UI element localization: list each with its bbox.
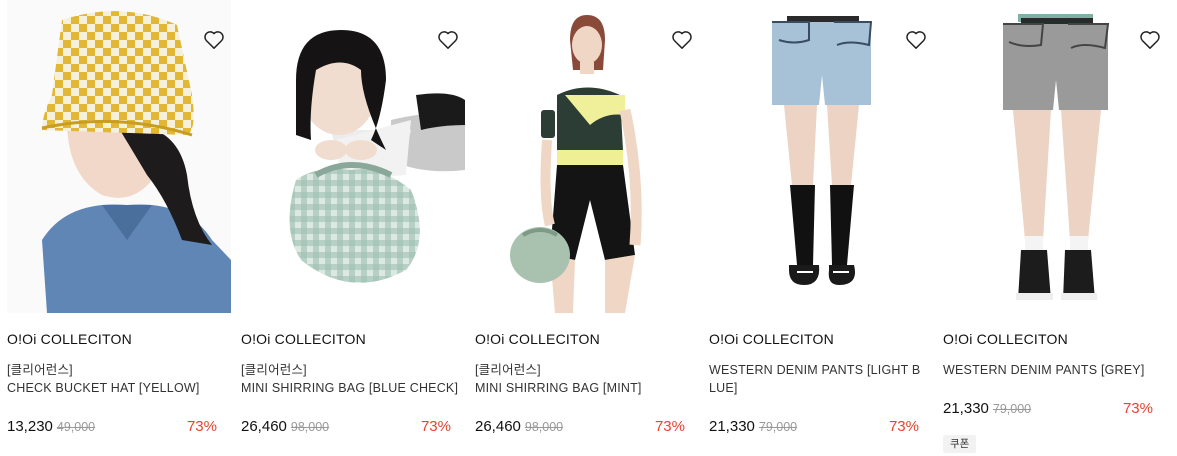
price-row: 21,330 79,000 73% bbox=[709, 418, 919, 438]
discount-rate: 73% bbox=[420, 418, 451, 435]
product-category: [클리어런스] bbox=[475, 363, 541, 377]
brand-name[interactable]: O!Oi COLLECITON bbox=[943, 331, 1068, 347]
product-title: CHECK BUCKET HAT [YELLOW] bbox=[7, 381, 200, 395]
original-price: 98,000 bbox=[290, 420, 330, 434]
price-row: 26,460 98,000 73% bbox=[475, 418, 685, 438]
wishlist-heart-icon[interactable] bbox=[203, 30, 227, 52]
product-title: MINI SHIRRING BAG [MINT] bbox=[475, 381, 642, 395]
product-card[interactable]: O!Oi COLLECITON [클리어런스] MINI SHIRRING BA… bbox=[475, 0, 701, 456]
product-image[interactable] bbox=[943, 0, 1167, 313]
product-title-line-2: LUE] bbox=[709, 381, 738, 395]
price-row: 26,460 98,000 73% bbox=[241, 418, 451, 438]
wishlist-heart-icon[interactable] bbox=[671, 30, 695, 52]
product-category: [클리어런스] bbox=[241, 363, 307, 377]
product-image[interactable] bbox=[475, 0, 699, 313]
price-row: 21,330 79,000 73% bbox=[943, 400, 1153, 420]
product-title: MINI SHIRRING BAG [BLUE CHECK] bbox=[241, 381, 459, 395]
product-name[interactable]: [클리어런스] MINI SHIRRING BAG [BLUE CHECK] bbox=[241, 361, 459, 397]
price-row: 13,230 49,000 73% bbox=[7, 418, 217, 438]
brand-name[interactable]: O!Oi COLLECITON bbox=[7, 331, 132, 347]
discount-rate: 73% bbox=[888, 418, 919, 435]
brand-name[interactable]: O!Oi COLLECITON bbox=[241, 331, 366, 347]
product-name[interactable]: [클리어런스] MINI SHIRRING BAG [MINT] bbox=[475, 361, 689, 397]
discount-rate: 73% bbox=[1122, 400, 1153, 417]
coupon-badge: 쿠폰 bbox=[943, 435, 977, 453]
sale-price: 26,460 bbox=[241, 418, 287, 435]
product-card[interactable]: O!Oi COLLECITON [클리어런스] CHECK BUCKET HAT… bbox=[7, 0, 233, 456]
original-price: 79,000 bbox=[758, 420, 798, 434]
product-card[interactable]: O!Oi COLLECITON [클리어런스] MINI SHIRRING BA… bbox=[241, 0, 467, 456]
sale-price: 21,330 bbox=[943, 400, 989, 417]
product-image[interactable] bbox=[7, 0, 231, 313]
sale-price: 21,330 bbox=[709, 418, 755, 435]
product-name[interactable]: WESTERN DENIM PANTS [LIGHT B LUE] bbox=[709, 361, 923, 397]
product-image[interactable] bbox=[241, 0, 465, 313]
sale-price: 26,460 bbox=[475, 418, 521, 435]
original-price: 49,000 bbox=[56, 420, 96, 434]
discount-rate: 73% bbox=[654, 418, 685, 435]
brand-name[interactable]: O!Oi COLLECITON bbox=[475, 331, 600, 347]
product-card[interactable]: O!Oi COLLECITON WESTERN DENIM PANTS [GRE… bbox=[943, 0, 1169, 456]
wishlist-heart-icon[interactable] bbox=[1139, 30, 1163, 52]
original-price: 79,000 bbox=[992, 402, 1032, 416]
wishlist-heart-icon[interactable] bbox=[905, 30, 929, 52]
product-title-line-1: WESTERN DENIM PANTS [LIGHT B bbox=[709, 363, 921, 377]
discount-rate: 73% bbox=[186, 418, 217, 435]
original-price: 98,000 bbox=[524, 420, 564, 434]
product-category: [클리어런스] bbox=[7, 363, 73, 377]
wishlist-heart-icon[interactable] bbox=[437, 30, 461, 52]
product-name[interactable]: WESTERN DENIM PANTS [GREY] bbox=[943, 361, 1157, 379]
product-name[interactable]: [클리어런스] CHECK BUCKET HAT [YELLOW] bbox=[7, 361, 221, 397]
product-grid: O!Oi COLLECITON [클리어런스] CHECK BUCKET HAT… bbox=[0, 0, 1177, 456]
brand-name[interactable]: O!Oi COLLECITON bbox=[709, 331, 834, 347]
sale-price: 13,230 bbox=[7, 418, 53, 435]
product-image[interactable] bbox=[709, 0, 933, 313]
product-card[interactable]: O!Oi COLLECITON WESTERN DENIM PANTS [LIG… bbox=[709, 0, 935, 456]
product-title: WESTERN DENIM PANTS [GREY] bbox=[943, 363, 1145, 377]
